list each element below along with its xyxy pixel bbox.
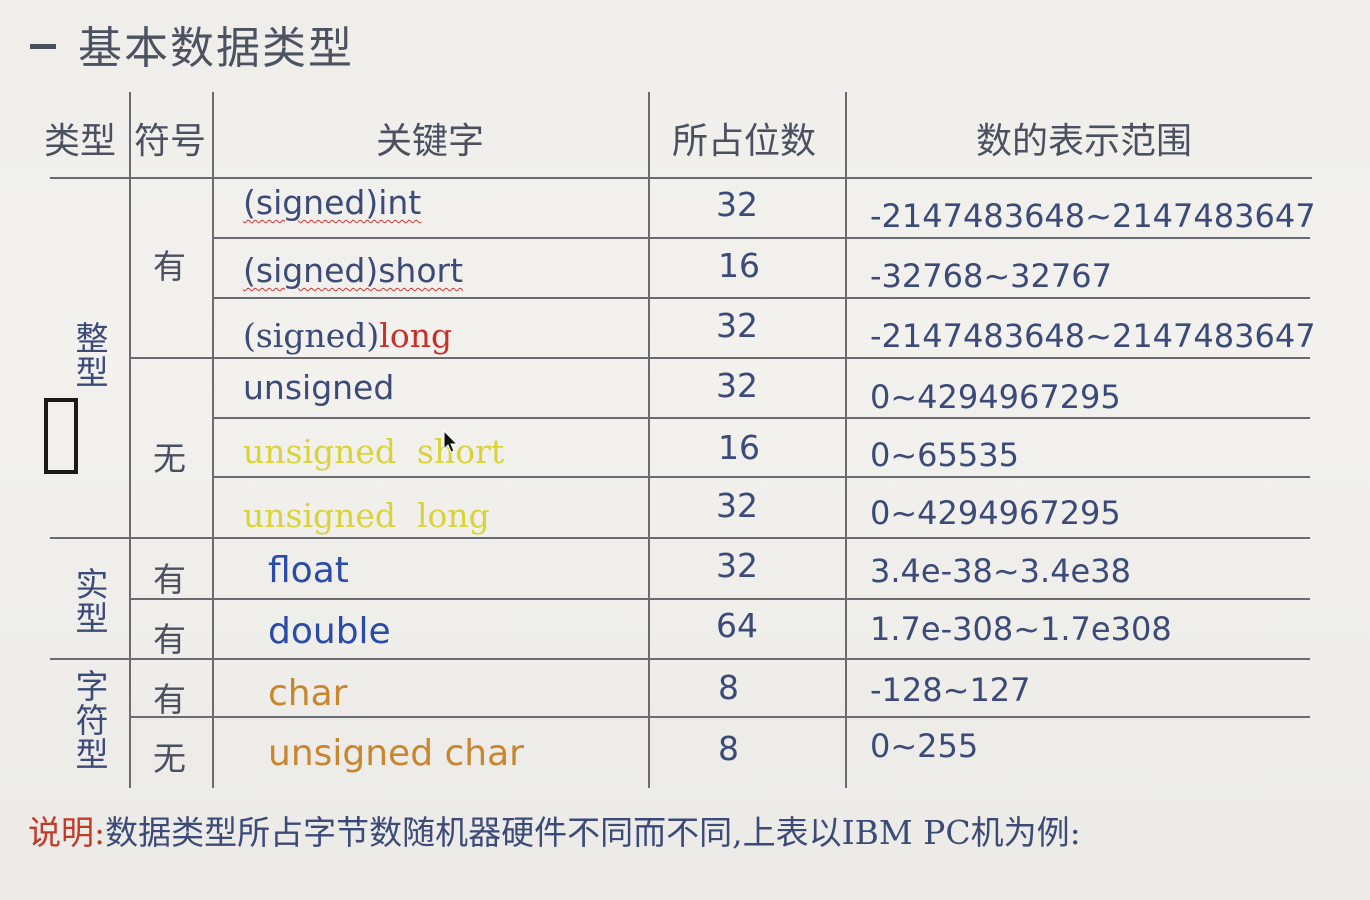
bits-value: 8 <box>718 668 739 707</box>
header-type: 类型 <box>44 121 117 162</box>
category-char: 字符型 <box>75 667 109 774</box>
bits-value: 32 <box>716 486 758 525</box>
table-row-rule <box>131 598 1310 600</box>
keyword-prefix: (signed) <box>243 251 379 290</box>
table-row-rule <box>50 658 1310 660</box>
range-value: -128~127 <box>870 671 1031 709</box>
sign-integer-signed: 有 <box>153 247 186 286</box>
bits-value: 16 <box>718 246 760 285</box>
bits-value: 8 <box>718 729 739 768</box>
mouse-cursor-icon <box>443 430 459 453</box>
table-row-rule <box>214 237 1310 239</box>
sign-double: 有 <box>153 620 186 659</box>
table-vline-type-sign <box>129 92 131 788</box>
table-row-rule <box>214 476 1310 478</box>
bits-value: 32 <box>716 546 758 585</box>
data-types-table: 类型 符号 关键字 所占位数 数的表示范围 整型 实型 字符型 有 无 有 有 … <box>0 0 1370 900</box>
keyword-signed-short: (signed)short <box>243 251 463 290</box>
bits-value: 16 <box>718 428 760 467</box>
missing-glyph-box <box>44 398 78 474</box>
bits-value: 32 <box>716 306 758 345</box>
keyword-unsigned: unsigned <box>243 368 395 407</box>
keyword-suffix: long <box>379 316 453 355</box>
bits-value: 32 <box>716 366 758 405</box>
header-keyword: 关键字 <box>376 121 485 162</box>
keyword-signed-int: (signed)int <box>243 183 421 222</box>
keyword-prefix: (signed) <box>243 316 380 355</box>
category-real: 实型 <box>75 565 109 638</box>
table-vline-sign-keyword <box>212 92 214 788</box>
keyword-unsigned-short: unsigned short <box>243 432 505 471</box>
range-value: 3.4e-38~3.4e38 <box>870 552 1131 590</box>
keyword-text: (signed)int <box>243 183 422 222</box>
range-value: 0~255 <box>870 727 979 765</box>
table-vline-bits-range <box>845 92 847 788</box>
keyword-unsigned-char: unsigned char <box>268 733 524 774</box>
table-vline-keyword-bits <box>648 92 650 788</box>
range-value: 0~4294967295 <box>870 378 1121 416</box>
range-value: -32768~32767 <box>870 257 1112 295</box>
footnote: 说明:数据类型所占字节数随机器硬件不同而不同,上表以IBM PC机为例: <box>28 806 1081 854</box>
range-value: 1.7e-308~1.7e308 <box>870 610 1172 648</box>
keyword-unsigned-long: unsigned long <box>243 496 490 535</box>
keyword-signed-long: (signed)long <box>243 316 452 355</box>
range-value: 0~65535 <box>870 436 1019 474</box>
header-bits: 所占位数 <box>672 121 817 162</box>
bits-value: 32 <box>716 185 758 224</box>
sign-unsigned-char: 无 <box>153 739 186 778</box>
table-row-rule <box>50 537 1310 539</box>
table-row-rule <box>214 297 1310 299</box>
slide: 基本数据类型 类型 符号 关键字 所占位数 数的表示范围 整型 实型 字符型 有… <box>0 0 1370 900</box>
range-value: -2147483648~2147483647 <box>870 317 1316 355</box>
footnote-text: 数据类型所占字节数随机器硬件不同而不同,上表以IBM PC机为例: <box>105 813 1081 852</box>
footnote-lead: 说明: <box>28 813 106 852</box>
table-row-rule <box>214 417 1310 419</box>
range-value: 0~4294967295 <box>870 494 1121 532</box>
table-row-rule <box>131 716 1310 718</box>
sign-float: 有 <box>153 560 186 599</box>
keyword-suffix: short <box>378 251 464 290</box>
range-value: -2147483648~2147483647 <box>870 197 1316 235</box>
keyword-char: char <box>268 673 348 714</box>
category-integer: 整型 <box>75 319 109 392</box>
table-row-rule <box>131 357 1310 359</box>
sign-char: 有 <box>153 680 186 719</box>
header-range: 数的表示范围 <box>976 121 1193 162</box>
keyword-float: float <box>268 550 349 591</box>
bits-value: 64 <box>716 606 758 645</box>
header-sign: 符号 <box>134 121 207 162</box>
keyword-double: double <box>268 611 391 652</box>
sign-integer-unsigned: 无 <box>153 439 186 478</box>
table-header-rule <box>50 177 1312 179</box>
